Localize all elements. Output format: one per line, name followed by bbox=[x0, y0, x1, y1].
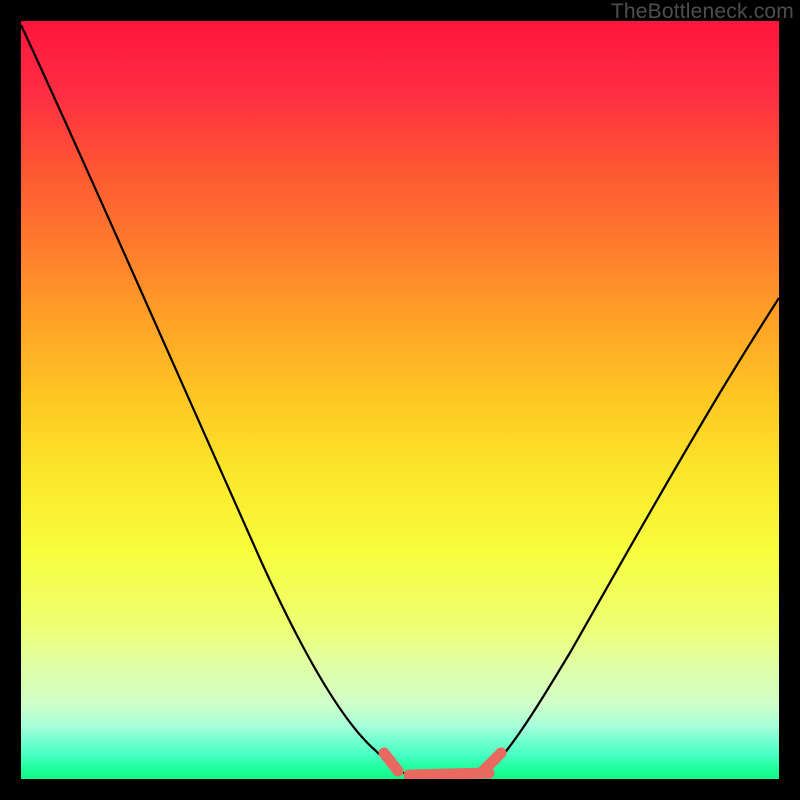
plot-area bbox=[21, 21, 779, 779]
curve-layer bbox=[21, 21, 779, 779]
watermark-text: TheBottleneck.com bbox=[611, 0, 794, 24]
chart-frame: TheBottleneck.com bbox=[0, 0, 800, 800]
bottleneck-curve bbox=[21, 25, 779, 775]
pink-dashes bbox=[384, 753, 501, 775]
